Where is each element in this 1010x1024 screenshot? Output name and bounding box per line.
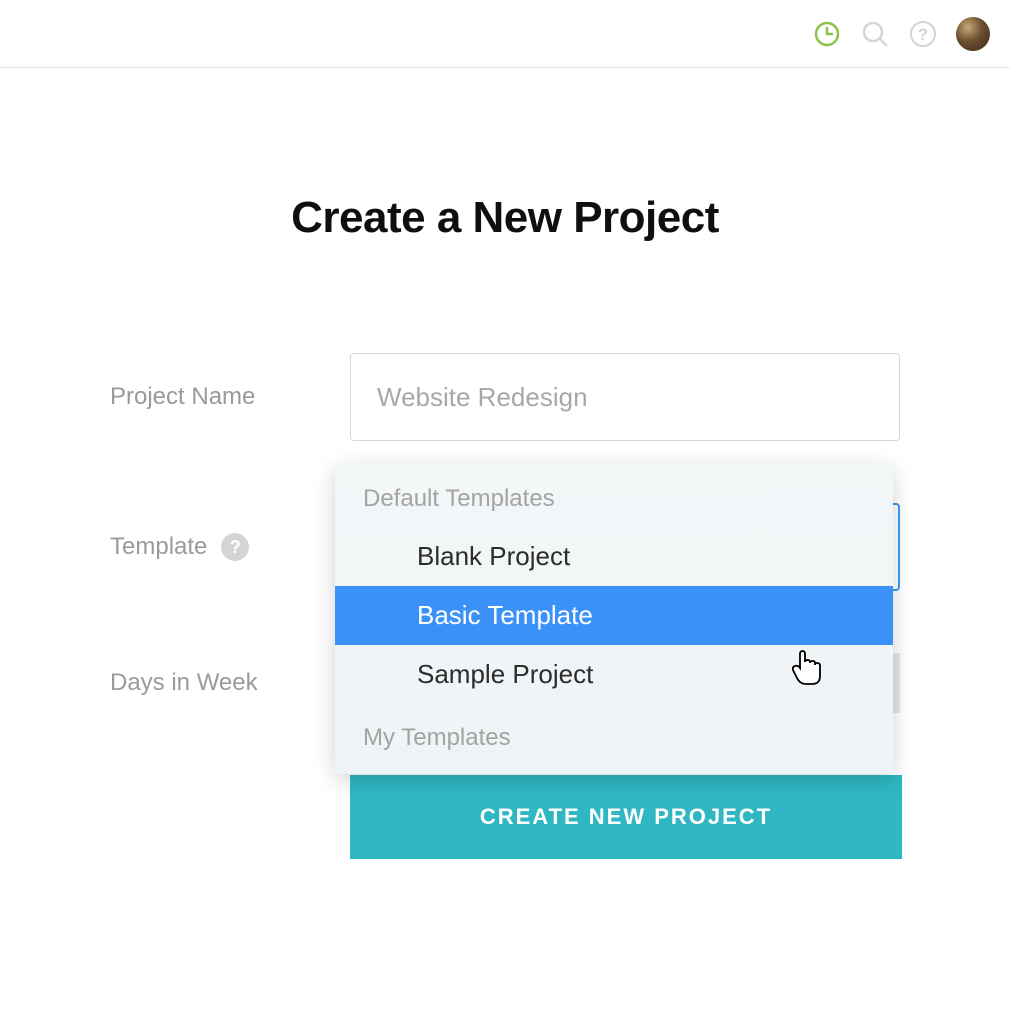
project-name-label: Project Name: [110, 383, 350, 411]
template-label-text: Template: [110, 533, 207, 561]
dropdown-option-basic-template[interactable]: Basic Template: [335, 586, 893, 645]
template-label: Template ?: [110, 533, 350, 561]
search-icon[interactable]: [860, 19, 890, 49]
project-name-input[interactable]: [350, 353, 900, 441]
svg-text:?: ?: [918, 25, 928, 44]
template-dropdown: Default Templates Blank Project Basic Te…: [335, 463, 893, 774]
user-avatar[interactable]: [956, 17, 990, 51]
page-title: Create a New Project: [0, 193, 1010, 243]
dropdown-group-my-templates: My Templates: [335, 704, 893, 774]
top-header: ?: [0, 0, 1010, 68]
project-name-row: Project Name: [110, 353, 900, 441]
help-icon[interactable]: ?: [908, 19, 938, 49]
clock-icon[interactable]: [812, 19, 842, 49]
template-help-icon[interactable]: ?: [221, 533, 249, 561]
dropdown-group-default: Default Templates: [335, 463, 893, 527]
create-project-button[interactable]: CREATE NEW PROJECT: [350, 775, 902, 859]
dropdown-option-sample-project[interactable]: Sample Project: [335, 645, 893, 704]
dropdown-option-blank-project[interactable]: Blank Project: [335, 527, 893, 586]
days-in-week-label: Days in Week: [110, 669, 350, 697]
create-project-form: Project Name Template ? Days in Week Def…: [110, 353, 900, 859]
